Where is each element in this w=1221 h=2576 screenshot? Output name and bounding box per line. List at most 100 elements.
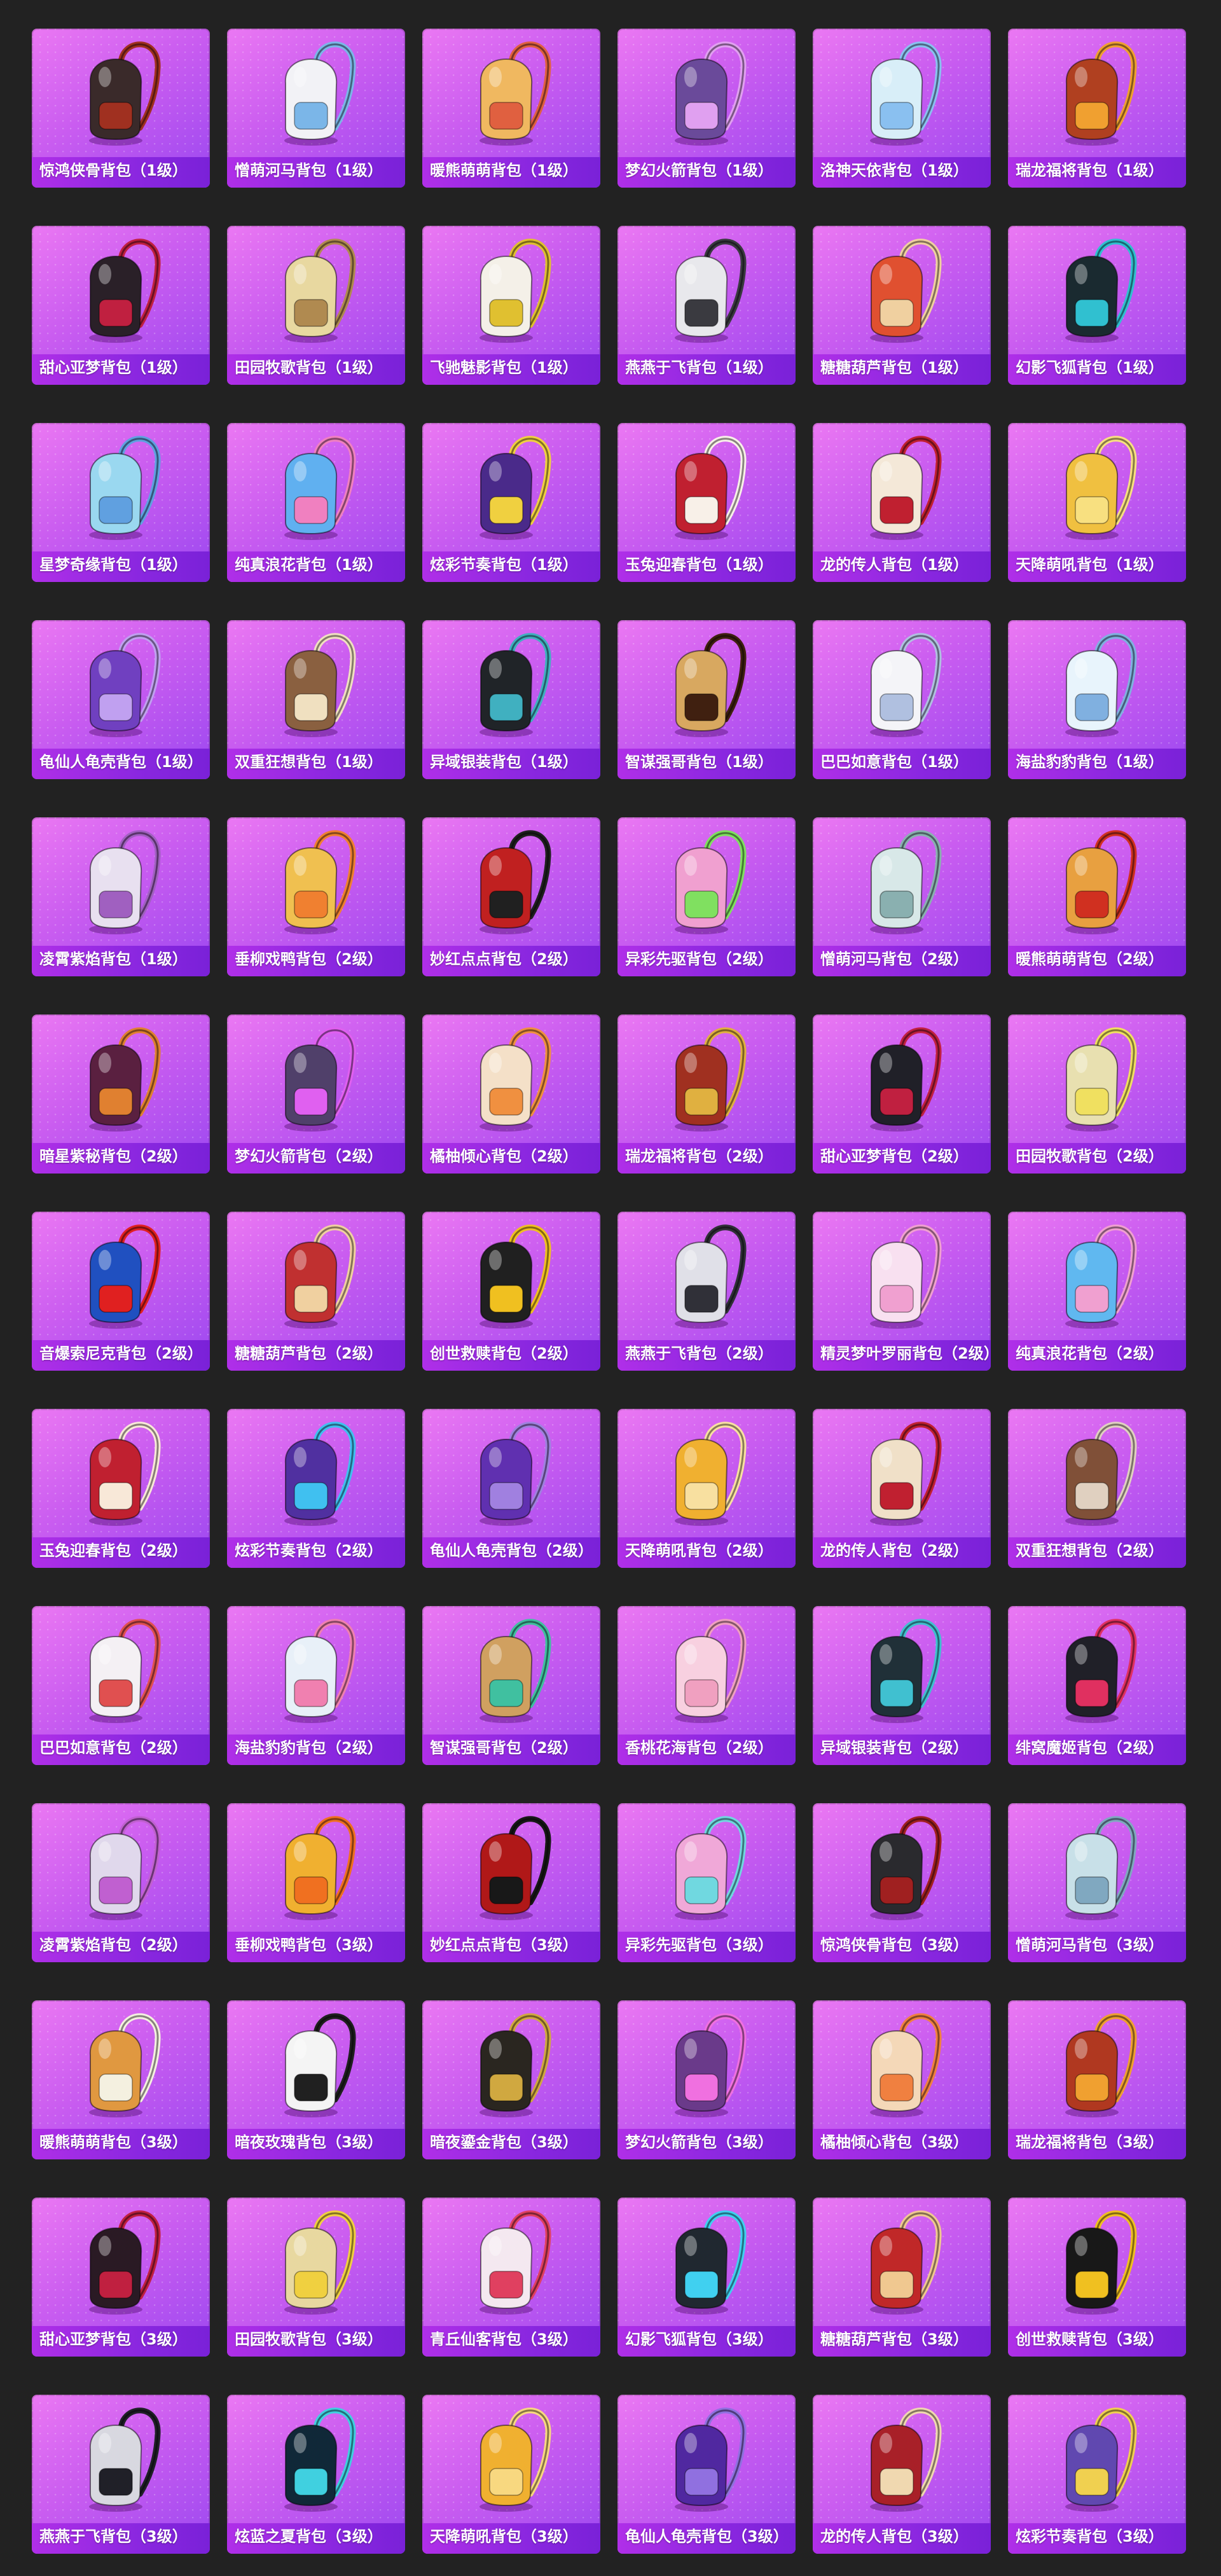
backpack-card[interactable]: 龟仙人龟壳背包（2级） (422, 1409, 600, 1568)
backpack-card[interactable]: 暖熊萌萌背包（2级） (1008, 817, 1186, 976)
backpack-name: 梦幻火箭背包（2级） (235, 1147, 383, 1165)
backpack-card[interactable]: 幻影飞狐背包（1级） (1008, 226, 1186, 385)
backpack-card[interactable]: 田园牧歌背包（2级） (1008, 1014, 1186, 1174)
backpack-card[interactable]: 智谋强哥背包（1级） (617, 620, 796, 779)
backpack-icon (284, 1619, 356, 1723)
backpack-card[interactable]: 甜心亚梦背包（1级） (32, 226, 210, 385)
backpack-card[interactable]: 青丘仙客背包（3级） (422, 2198, 600, 2357)
bag-pocket-shape (489, 2468, 523, 2496)
backpack-card[interactable]: 燕燕于飞背包（1级） (617, 226, 796, 385)
backpack-card[interactable]: 音爆索尼克背包（2级） (32, 1212, 210, 1371)
backpack-image (272, 828, 361, 939)
bag-pocket-shape (684, 2468, 719, 2496)
backpack-card[interactable]: 创世救赎背包（2级） (422, 1212, 600, 1371)
bag-pocket-shape (99, 1679, 133, 1707)
backpack-card[interactable]: 洛神天依背包（1级） (813, 29, 991, 188)
backpack-card[interactable]: 糖糖葫芦背包（2级） (227, 1212, 405, 1371)
backpack-icon (1065, 2013, 1137, 2117)
backpack-card[interactable]: 橘柚倾心背包（3级） (813, 2000, 991, 2159)
backpack-card[interactable]: 双重狂想背包（2级） (1008, 1409, 1186, 1568)
bag-highlight-shape (1075, 1447, 1087, 1467)
backpack-card[interactable]: 燕燕于飞背包（3级） (32, 2395, 210, 2554)
backpack-card[interactable]: 巴巴如意背包（2级） (32, 1606, 210, 1765)
bag-pocket-shape (880, 2074, 914, 2102)
backpack-card[interactable]: 幻影飞狐背包（3级） (617, 2198, 796, 2357)
backpack-card[interactable]: 巴巴如意背包（1级） (813, 620, 991, 779)
backpack-card[interactable]: 炫彩节奏背包（3级） (1008, 2395, 1186, 2554)
backpack-card[interactable]: 憎萌河马背包（1级） (227, 29, 405, 188)
backpack-card[interactable]: 梦幻火箭背包（1级） (617, 29, 796, 188)
bag-highlight-shape (294, 2039, 307, 2059)
backpack-card[interactable]: 憎萌河马背包（3级） (1008, 1803, 1186, 1962)
backpack-card[interactable]: 惊鸿侠骨背包（3级） (813, 1803, 991, 1962)
backpack-card[interactable]: 橘柚倾心背包（2级） (422, 1014, 600, 1174)
backpack-card[interactable]: 瑞龙福将背包（2级） (617, 1014, 796, 1174)
bag-highlight-shape (684, 2039, 697, 2059)
backpack-card[interactable]: 妙红点点背包（2级） (422, 817, 600, 976)
backpack-card[interactable]: 田园牧歌背包（1级） (227, 226, 405, 385)
backpack-card[interactable]: 甜心亚梦背包（2级） (813, 1014, 991, 1174)
backpack-card[interactable]: 星梦奇缘背包（1级） (32, 423, 210, 582)
backpack-card[interactable]: 玉兔迎春背包（2级） (32, 1409, 210, 1568)
backpack-card[interactable]: 纯真浪花背包（1级） (227, 423, 405, 582)
backpack-image (857, 1616, 946, 1728)
backpack-image (467, 1419, 556, 1530)
backpack-card[interactable]: 炫彩节奏背包（2级） (227, 1409, 405, 1568)
backpack-card[interactable]: 炫蓝之夏背包（3级） (227, 2395, 405, 2554)
backpack-card[interactable]: 海盐豹豹背包（2级） (227, 1606, 405, 1765)
backpack-card[interactable]: 龙的传人背包（3级） (813, 2395, 991, 2554)
backpack-icon (1065, 41, 1137, 146)
backpack-card[interactable]: 异域银装背包（1级） (422, 620, 600, 779)
backpack-card[interactable]: 龟仙人龟壳背包（1级） (32, 620, 210, 779)
backpack-card[interactable]: 垂柳戏鸭背包（2级） (227, 817, 405, 976)
backpack-card[interactable]: 创世救赎背包（3级） (1008, 2198, 1186, 2357)
bag-highlight-shape (1075, 1644, 1087, 1665)
backpack-card[interactable]: 玉兔迎春背包（1级） (617, 423, 796, 582)
backpack-card[interactable]: 田园牧歌背包（3级） (227, 2198, 405, 2357)
backpack-card[interactable]: 龙的传人背包（2级） (813, 1409, 991, 1568)
backpack-card[interactable]: 甜心亚梦背包（3级） (32, 2198, 210, 2357)
backpack-card[interactable]: 燕燕于飞背包（2级） (617, 1212, 796, 1371)
backpack-card[interactable]: 海盐豹豹背包（1级） (1008, 620, 1186, 779)
backpack-icon (675, 1816, 747, 1920)
backpack-card[interactable]: 龙的传人背包（1级） (813, 423, 991, 582)
backpack-card[interactable]: 异彩先驱背包（3级） (617, 1803, 796, 1962)
backpack-card[interactable]: 精灵梦叶罗丽背包（2级） (813, 1212, 991, 1371)
backpack-card[interactable]: 糖糖葫芦背包（1级） (813, 226, 991, 385)
backpack-card[interactable]: 梦幻火箭背包（3级） (617, 2000, 796, 2159)
backpack-card[interactable]: 凌霄紫焰背包（2级） (32, 1803, 210, 1962)
backpack-card[interactable]: 凌霄紫焰背包（1级） (32, 817, 210, 976)
backpack-image (662, 2011, 751, 2122)
backpack-name: 玉兔迎春背包（1级） (625, 556, 773, 574)
backpack-card[interactable]: 智谋强哥背包（2级） (422, 1606, 600, 1765)
backpack-card[interactable]: 异域银装背包（2级） (813, 1606, 991, 1765)
backpack-card[interactable]: 糖糖葫芦背包（3级） (813, 2198, 991, 2357)
backpack-card[interactable]: 妙红点点背包（3级） (422, 1803, 600, 1962)
backpack-card[interactable]: 暗夜玫瑰背包（3级） (227, 2000, 405, 2159)
bag-highlight-shape (99, 2039, 111, 2059)
backpack-card[interactable]: 瑞龙福将背包（1级） (1008, 29, 1186, 188)
backpack-card[interactable]: 异彩先驱背包（2级） (617, 817, 796, 976)
backpack-card[interactable]: 憎萌河马背包（2级） (813, 817, 991, 976)
backpack-card[interactable]: 垂柳戏鸭背包（3级） (227, 1803, 405, 1962)
backpack-card[interactable]: 炫彩节奏背包（1级） (422, 423, 600, 582)
backpack-card[interactable]: 天降萌吼背包（1级） (1008, 423, 1186, 582)
backpack-card[interactable]: 暖熊萌萌背包（3级） (32, 2000, 210, 2159)
backpack-card[interactable]: 绯窝魔姬背包（2级） (1008, 1606, 1186, 1765)
backpack-card[interactable]: 龟仙人龟壳背包（3级） (617, 2395, 796, 2554)
backpack-name: 炫蓝之夏背包（3级） (235, 2528, 383, 2545)
backpack-card[interactable]: 暖熊萌萌背包（1级） (422, 29, 600, 188)
backpack-name: 天降萌吼背包（3级） (430, 2528, 578, 2545)
backpack-card[interactable]: 瑞龙福将背包（3级） (1008, 2000, 1186, 2159)
backpack-card[interactable]: 天降萌吼背包（3级） (422, 2395, 600, 2554)
backpack-card[interactable]: 纯真浪花背包（2级） (1008, 1212, 1186, 1371)
backpack-card[interactable]: 惊鸿侠骨背包（1级） (32, 29, 210, 188)
backpack-card[interactable]: 双重狂想背包（1级） (227, 620, 405, 779)
backpack-card[interactable]: 香桃花海背包（2级） (617, 1606, 796, 1765)
backpack-card[interactable]: 暗夜鎏金背包（3级） (422, 2000, 600, 2159)
backpack-card[interactable]: 梦幻火箭背包（2级） (227, 1014, 405, 1174)
backpack-card[interactable]: 飞驰魅影背包（1级） (422, 226, 600, 385)
backpack-image (76, 1813, 165, 1925)
backpack-card[interactable]: 天降萌吼背包（2级） (617, 1409, 796, 1568)
backpack-card[interactable]: 暗星紫秘背包（2级） (32, 1014, 210, 1174)
